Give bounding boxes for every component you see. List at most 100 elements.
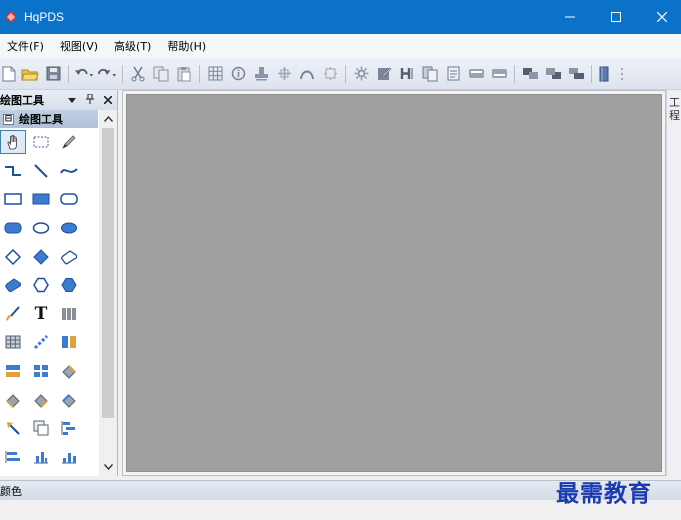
table-tool[interactable]: [0, 330, 26, 354]
undo-button[interactable]: [74, 64, 94, 84]
note-tool[interactable]: [28, 416, 54, 440]
polygon-filled-icon: [61, 278, 77, 292]
menu-bar: 文件(F) 视图(V) 高级(T) 帮助(H): [0, 34, 681, 58]
book-icon: [599, 66, 609, 81]
rounded-rectangle-tool[interactable]: [56, 187, 82, 211]
align-button[interactable]: [274, 64, 294, 84]
edit-button[interactable]: [374, 64, 394, 84]
new-file-icon: [2, 66, 16, 81]
rows-tool[interactable]: [0, 359, 26, 383]
curve-tool[interactable]: [56, 159, 82, 183]
polyline-icon: [5, 166, 21, 176]
fill-style-tool-3[interactable]: [56, 388, 82, 412]
text-tool[interactable]: T: [28, 302, 54, 326]
grid-icon: [208, 66, 222, 81]
bring-front-button[interactable]: [520, 64, 540, 84]
group-button[interactable]: [466, 64, 486, 84]
duplicate-button[interactable]: [420, 64, 440, 84]
dimension-tool[interactable]: [28, 330, 54, 354]
toolbar-grip[interactable]: [615, 64, 629, 84]
open-button[interactable]: [20, 64, 40, 84]
fill-bucket-icon: [6, 394, 20, 408]
filled-ellipse-tool[interactable]: [56, 216, 82, 240]
diamond-filled-icon: [33, 249, 49, 265]
project-panel-tab[interactable]: 工程: [668, 96, 681, 122]
scroll-up-button[interactable]: [99, 110, 117, 128]
filled-diamond-tool[interactable]: [28, 245, 54, 269]
layer-button[interactable]: [566, 64, 586, 84]
filled-rounded-rectangle-tool[interactable]: [0, 216, 26, 240]
rectangle-outline-icon: [4, 193, 22, 205]
bar-chart-tool[interactable]: [28, 445, 54, 469]
brush-tool[interactable]: [0, 302, 26, 326]
diamond-outline-icon: [5, 249, 21, 265]
close-button[interactable]: [639, 0, 681, 34]
insert-icon: [447, 66, 459, 81]
ellipse-tool[interactable]: [28, 216, 54, 240]
menu-help[interactable]: 帮助(H): [167, 38, 206, 54]
maximize-button[interactable]: [593, 0, 639, 34]
panel-dropdown-button[interactable]: [63, 94, 81, 107]
grid-button[interactable]: [205, 64, 225, 84]
polyline-tool[interactable]: [0, 159, 26, 183]
frame-button[interactable]: [320, 64, 340, 84]
tool-group-header[interactable]: ⊟ 绘图工具: [0, 110, 98, 128]
scroll-thumb[interactable]: [102, 128, 114, 418]
edit-icon: [377, 67, 391, 80]
text-height-button[interactable]: [397, 64, 417, 84]
collapse-icon[interactable]: ⊟: [3, 113, 14, 125]
library-button[interactable]: [597, 64, 611, 84]
select-rect-tool[interactable]: [28, 130, 54, 154]
fill-style-tool-2[interactable]: [28, 388, 54, 412]
arc-button[interactable]: [297, 64, 317, 84]
minimize-button[interactable]: [547, 0, 593, 34]
menu-file[interactable]: 文件(F): [7, 38, 44, 54]
diamond-tool[interactable]: [0, 245, 26, 269]
rounded-diamond-tool[interactable]: [56, 245, 82, 269]
save-button[interactable]: [43, 64, 63, 84]
scroll-down-button[interactable]: [99, 458, 117, 476]
info-button[interactable]: [228, 64, 248, 84]
redo-button[interactable]: [97, 64, 117, 84]
drawing-canvas[interactable]: [126, 94, 662, 472]
line-tool[interactable]: [28, 159, 54, 183]
panel-pin-button[interactable]: [81, 93, 99, 107]
tool-panel-scrollbar[interactable]: [99, 110, 117, 476]
menu-advanced[interactable]: 高级(T): [114, 38, 151, 54]
title-bar: HqPDS: [0, 0, 681, 34]
fill-style-tool-1[interactable]: [0, 388, 26, 412]
brush-icon: [6, 306, 20, 321]
barcode-tool[interactable]: [56, 302, 82, 326]
gantt-tool[interactable]: [56, 416, 82, 440]
toolbar-separator: [199, 64, 200, 83]
send-back-button[interactable]: [543, 64, 563, 84]
cut-icon: [131, 66, 145, 81]
bar-chart-tool-2[interactable]: [56, 445, 82, 469]
grid-layout-tool[interactable]: [28, 359, 54, 383]
pointer-tool[interactable]: [0, 130, 26, 154]
ungroup-button[interactable]: [489, 64, 509, 84]
arrow-tool[interactable]: [0, 416, 26, 440]
filled-rectangle-tool[interactable]: [28, 187, 54, 211]
cut-button[interactable]: [128, 64, 148, 84]
columns-tool[interactable]: [56, 330, 82, 354]
filled-rounded-diamond-tool[interactable]: [0, 273, 26, 297]
rounded-rectangle-filled-icon: [4, 222, 22, 234]
paste-button[interactable]: [174, 64, 194, 84]
filled-polygon-tool[interactable]: [56, 273, 82, 297]
settings-button[interactable]: [351, 64, 371, 84]
hbar-tool[interactable]: [0, 445, 26, 469]
copy-button[interactable]: [151, 64, 171, 84]
polygon-tool[interactable]: [28, 273, 54, 297]
stamp-button[interactable]: [251, 64, 271, 84]
new-file-button[interactable]: [2, 64, 16, 84]
panel-close-button[interactable]: [99, 94, 117, 107]
menu-view[interactable]: 视图(V): [60, 38, 98, 54]
chevron-up-icon: [103, 116, 113, 122]
pencil-tool[interactable]: [56, 130, 82, 154]
insert-button[interactable]: [443, 64, 463, 84]
fill-tool[interactable]: [56, 359, 82, 383]
rectangle-tool[interactable]: [0, 187, 26, 211]
bar-chart-icon: [62, 453, 76, 464]
group-icon: [468, 69, 484, 78]
